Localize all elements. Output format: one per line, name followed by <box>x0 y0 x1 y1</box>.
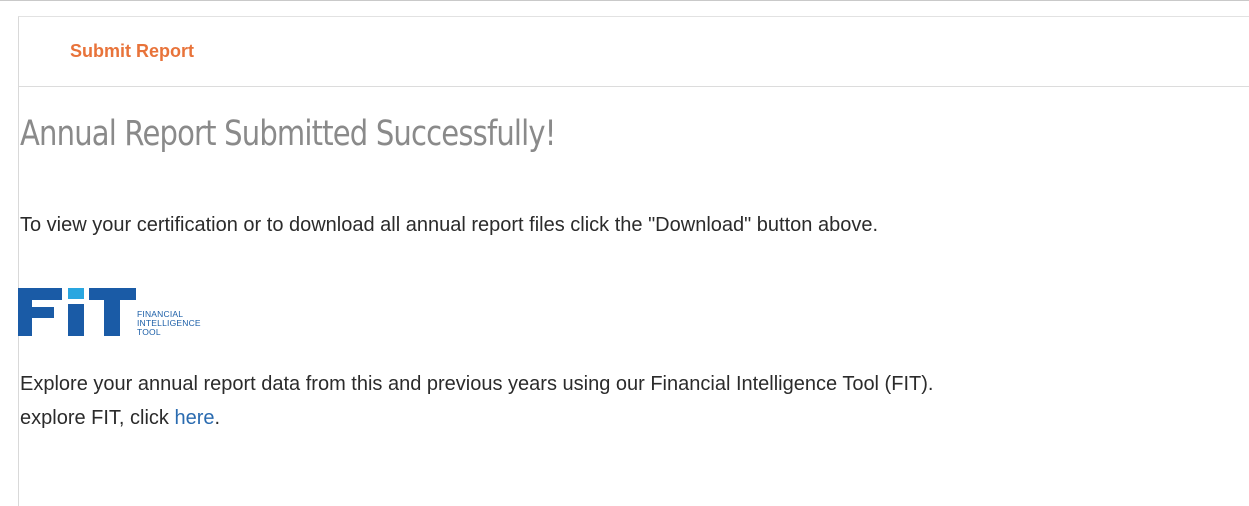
panel-title: Submit Report <box>70 41 194 61</box>
fit-logo-mark <box>18 288 136 336</box>
fit-logo-line-tool: TOOL <box>137 327 161 337</box>
explore-fit-suffix: . <box>214 407 221 429</box>
explore-fit-description: Explore your annual report data from thi… <box>20 373 934 395</box>
certification-instructions: To view your certification or to downloa… <box>20 214 878 236</box>
explore-fit-prefix: explore FIT, click <box>20 407 175 429</box>
explore-fit-here-link[interactable]: here <box>174 407 214 429</box>
fit-logo: FINANCIAL INTELLIGENCE TOOL <box>18 286 228 346</box>
submit-report-panel: Submit Report <box>18 16 1249 506</box>
explore-fit-line: explore FIT, click here. <box>20 407 220 430</box>
success-heading: Annual Report Submitted Successfully! <box>20 114 556 154</box>
panel-header: Submit Report <box>19 17 1249 87</box>
fit-logo-text: FINANCIAL INTELLIGENCE TOOL <box>137 310 201 337</box>
window-top-border <box>0 0 1249 7</box>
